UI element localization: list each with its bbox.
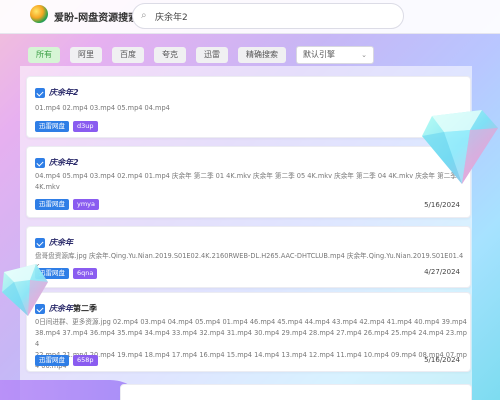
search-icon: ⌕	[141, 10, 147, 21]
tag-group: 迅雷网盘 d3up	[35, 121, 102, 132]
filter-chip-all[interactable]: 所有	[28, 47, 60, 63]
disk-tag[interactable]: 迅雷网盘	[35, 355, 69, 366]
file-icon	[35, 237, 45, 248]
result-title[interactable]: 庆余年 2	[35, 87, 79, 98]
diamond-decoration-icon	[2, 264, 48, 316]
file-line: 4K.mkv	[35, 183, 60, 191]
title-rest: 第二季	[73, 304, 97, 313]
code-tag[interactable]: 658p	[73, 355, 98, 366]
filter-chip-quark[interactable]: 夸克	[154, 47, 186, 63]
site-title[interactable]: 爱盼-网盘资源搜索	[54, 9, 138, 24]
result-card[interactable]: 庆余年 第二季 0日间进群、更多资源.jpg 02.mp4 03.mp4 04.…	[26, 292, 471, 372]
tag-group: 迅雷网盘 ymya	[35, 199, 103, 210]
engine-select-value: 默认引擎	[303, 50, 335, 59]
diamond-decoration-icon	[422, 110, 498, 184]
result-title[interactable]: 庆余年 2	[35, 157, 79, 168]
result-card[interactable]: 庆余年 2 04.mp4 05.mp4 03.mp4 02.mp4 01.mp4…	[26, 146, 471, 218]
title-keyword: 庆余年	[49, 304, 73, 313]
filter-bar: 所有 阿里 百度 夸克 迅雷 精确搜索 默认引擎 ⌄	[28, 46, 374, 64]
search-box[interactable]: ⌕	[132, 3, 404, 29]
result-card-partial[interactable]	[120, 384, 472, 400]
disk-tag[interactable]: 迅雷网盘	[35, 199, 69, 210]
title-keyword: 庆余年	[49, 158, 73, 167]
result-title[interactable]: 庆余年	[35, 237, 73, 248]
filter-chip-aliyun[interactable]: 阿里	[70, 47, 102, 63]
top-bar: 爱盼-网盘资源搜索 ⌕	[0, 0, 500, 34]
file-icon	[35, 87, 45, 98]
file-line: 38.mp4 37.mp4 36.mp4 35.mp4 34.mp4 33.mp…	[35, 329, 467, 348]
title-keyword: 庆余年	[49, 238, 73, 247]
file-line: 01.mp4 02.mp4 03.mp4 05.mp4 04.mp4	[35, 104, 170, 112]
disk-tag[interactable]: 迅雷网盘	[35, 121, 69, 132]
filter-chip-xunlei[interactable]: 迅雷	[196, 47, 228, 63]
title-rest: 2	[73, 158, 79, 167]
filter-chip-exact[interactable]: 精确搜索	[238, 47, 286, 63]
result-card[interactable]: 庆余年 2 01.mp4 02.mp4 03.mp4 05.mp4 04.mp4…	[26, 76, 471, 138]
search-input[interactable]	[155, 11, 395, 21]
result-date: 4/27/2024	[424, 268, 460, 276]
code-tag[interactable]: ymya	[73, 199, 100, 210]
title-keyword: 庆余年	[49, 88, 73, 97]
result-date: 5/16/2024	[424, 201, 460, 209]
tag-group: 迅雷网盘 658p	[35, 355, 102, 366]
chevron-down-icon: ⌄	[361, 51, 367, 59]
filter-chip-baidu[interactable]: 百度	[112, 47, 144, 63]
file-icon	[35, 157, 45, 168]
file-line: 04.mp4 05.mp4 03.mp4 02.mp4 01.mp4 庆余年 第…	[35, 172, 457, 180]
site-logo-icon[interactable]	[30, 5, 48, 23]
file-list: 04.mp4 05.mp4 03.mp4 02.mp4 01.mp4 庆余年 第…	[35, 171, 465, 193]
file-list: 01.mp4 02.mp4 03.mp4 05.mp4 04.mp4	[35, 103, 170, 114]
result-card[interactable]: 庆余年 盘哥盘资源库.jpg 庆余年.Qing.Yu.Nian.2019.S01…	[26, 226, 471, 288]
title-rest: 2	[73, 88, 79, 97]
engine-select[interactable]: 默认引擎 ⌄	[296, 46, 374, 64]
code-tag[interactable]: 6qna	[73, 268, 98, 279]
file-line: 0日间进群、更多资源.jpg 02.mp4 03.mp4 04.mp4 05.m…	[35, 318, 467, 326]
result-date: 5/16/2024	[424, 356, 460, 364]
code-tag[interactable]: d3up	[73, 121, 98, 132]
